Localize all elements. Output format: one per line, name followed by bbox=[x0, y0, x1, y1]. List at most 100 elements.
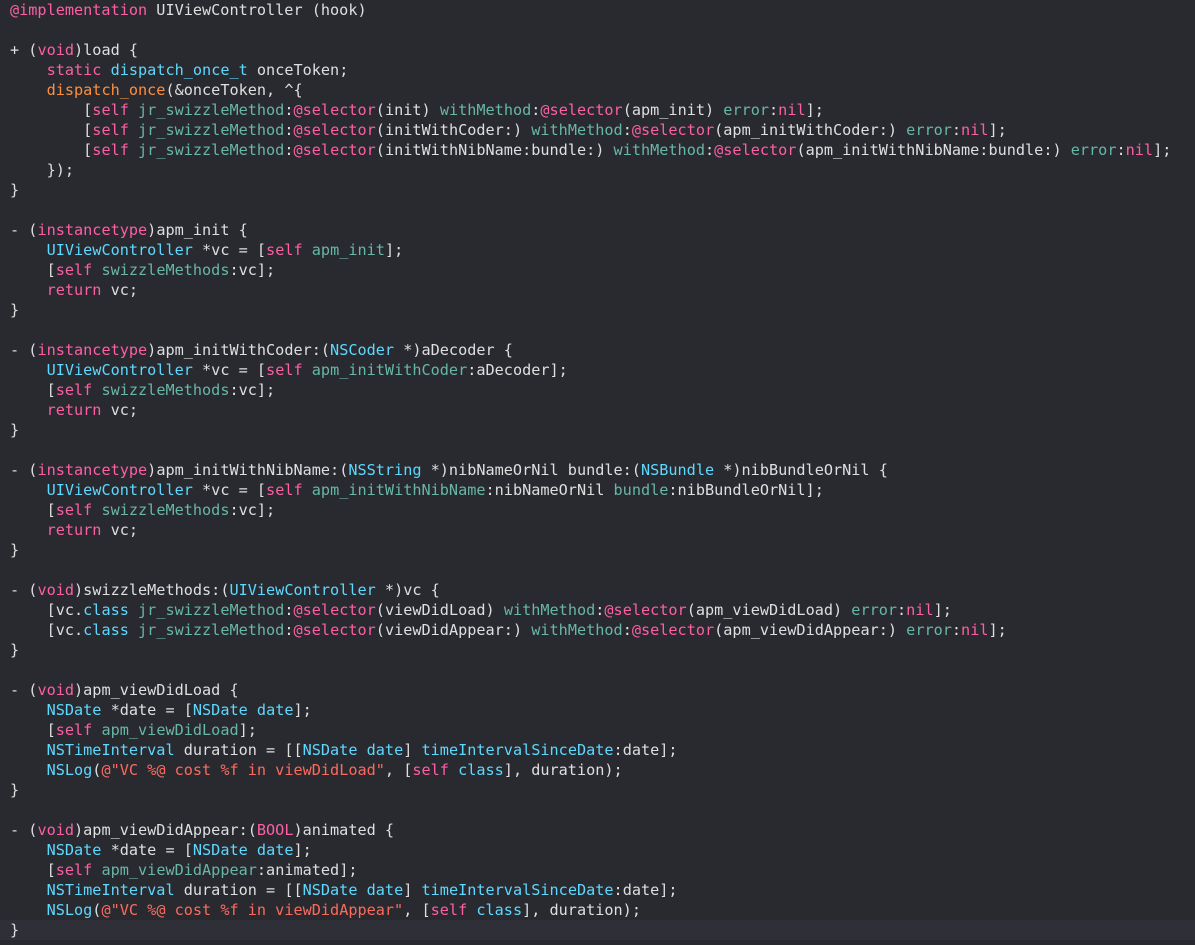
code-line[interactable]: [vc.class jr_swizzleMethod:@selector(vie… bbox=[10, 620, 1171, 640]
code-line[interactable]: [self swizzleMethods:vc]; bbox=[10, 260, 1171, 280]
code-line[interactable]: NSTimeInterval duration = [[NSDate date]… bbox=[10, 740, 1171, 760]
code-token: : bbox=[704, 141, 715, 159]
code-token: instancetype bbox=[37, 461, 148, 479]
code-token: ]; bbox=[384, 241, 404, 259]
code-line[interactable]: NSLog(@"VC %@ cost %f in viewDidAppear",… bbox=[10, 900, 1171, 920]
code-line[interactable]: } bbox=[10, 920, 1171, 940]
code-line[interactable]: [self swizzleMethods:vc]; bbox=[10, 380, 1171, 400]
code-line[interactable]: static dispatch_once_t onceToken; bbox=[10, 60, 1171, 80]
code-line[interactable] bbox=[10, 440, 1171, 460]
code-line[interactable]: [self swizzleMethods:vc]; bbox=[10, 500, 1171, 520]
source-code[interactable]: @implementation UIViewController (hook) +… bbox=[10, 0, 1171, 940]
code-token: [vc. bbox=[10, 621, 84, 639]
code-line[interactable]: + (void)load { bbox=[10, 40, 1171, 60]
code-line[interactable] bbox=[10, 800, 1171, 820]
code-line[interactable]: - (void)apm_viewDidLoad { bbox=[10, 680, 1171, 700]
code-line[interactable]: } bbox=[10, 300, 1171, 320]
code-token: nil bbox=[1125, 141, 1154, 159]
code-line[interactable]: UIViewController *vc = [self apm_initWit… bbox=[10, 480, 1171, 500]
code-token: : bbox=[951, 121, 962, 139]
code-line[interactable]: [self jr_swizzleMethod:@selector(initWit… bbox=[10, 120, 1171, 140]
code-token: @selector bbox=[631, 621, 715, 639]
code-line[interactable]: [self jr_swizzleMethod:@selector(init) w… bbox=[10, 100, 1171, 120]
code-token: :nibNameOrNil bbox=[485, 481, 614, 499]
code-line[interactable]: return vc; bbox=[10, 520, 1171, 540]
code-line[interactable]: } bbox=[10, 640, 1171, 660]
code-line[interactable]: NSTimeInterval duration = [[NSDate date]… bbox=[10, 880, 1171, 900]
code-line[interactable]: [self apm_viewDidAppear:animated]; bbox=[10, 860, 1171, 880]
code-line[interactable]: UIViewController *vc = [self apm_initWit… bbox=[10, 360, 1171, 380]
code-line[interactable]: - (void)apm_viewDidAppear:(BOOL)animated… bbox=[10, 820, 1171, 840]
code-line[interactable]: - (instancetype)apm_initWithNibName:(NSS… bbox=[10, 460, 1171, 480]
code-line[interactable] bbox=[10, 560, 1171, 580]
code-token: [vc. bbox=[10, 601, 84, 619]
code-line[interactable]: NSDate *date = [NSDate date]; bbox=[10, 700, 1171, 720]
code-line[interactable] bbox=[10, 20, 1171, 40]
code-line[interactable]: UIViewController *vc = [self apm_init]; bbox=[10, 240, 1171, 260]
code-line[interactable] bbox=[10, 320, 1171, 340]
code-line[interactable]: - (instancetype)apm_init { bbox=[10, 220, 1171, 240]
code-token: (initWithCoder:) bbox=[375, 121, 532, 139]
code-token: withMethod bbox=[613, 141, 705, 159]
code-token: - ( bbox=[10, 341, 38, 359]
code-token: withMethod bbox=[439, 101, 532, 119]
code-token: - ( bbox=[10, 581, 38, 599]
code-token: apm_viewDidLoad bbox=[101, 721, 239, 739]
code-line[interactable] bbox=[10, 200, 1171, 220]
code-line[interactable]: [self jr_swizzleMethod:@selector(initWit… bbox=[10, 140, 1171, 160]
code-token: )apm_initWithCoder:( bbox=[147, 341, 331, 359]
code-token: NSString bbox=[348, 461, 422, 479]
code-token: jr_swizzleMethod bbox=[138, 141, 285, 159]
code-token: self bbox=[412, 761, 449, 779]
code-token: jr_swizzleMethod bbox=[138, 601, 285, 619]
code-token: vc; bbox=[101, 521, 139, 539]
code-token: withMethod bbox=[531, 121, 623, 139]
code-token: duration = [[ bbox=[174, 741, 303, 759]
code-editor[interactable]: @implementation UIViewController (hook) +… bbox=[0, 0, 1195, 945]
code-token: : bbox=[951, 621, 962, 639]
code-line[interactable]: return vc; bbox=[10, 280, 1171, 300]
code-token: self bbox=[55, 721, 93, 739]
code-token: dispatch_once_t bbox=[110, 61, 248, 79]
code-line[interactable]: } bbox=[10, 180, 1171, 200]
code-line[interactable]: NSDate *date = [NSDate date]; bbox=[10, 840, 1171, 860]
code-line[interactable]: NSLog(@"VC %@ cost %f in viewDidLoad", [… bbox=[10, 760, 1171, 780]
code-token: :date]; bbox=[613, 881, 678, 899]
code-token: apm_init bbox=[311, 241, 385, 259]
code-line[interactable]: dispatch_once(&onceToken, ^{ bbox=[10, 80, 1171, 100]
code-line[interactable]: } bbox=[10, 420, 1171, 440]
code-line[interactable]: - (void)swizzleMethods:(UIViewController… bbox=[10, 580, 1171, 600]
code-line[interactable]: } bbox=[10, 540, 1171, 560]
code-line[interactable]: } bbox=[10, 780, 1171, 800]
code-token: )apm_init { bbox=[147, 221, 248, 239]
code-line[interactable]: - (instancetype)apm_initWithCoder:(NSCod… bbox=[10, 340, 1171, 360]
code-token: jr_swizzleMethod bbox=[138, 121, 285, 139]
code-token: ], duration); bbox=[522, 901, 641, 919]
code-token: *date = [ bbox=[101, 841, 193, 859]
code-token: self bbox=[92, 141, 129, 159]
code-line[interactable]: return vc; bbox=[10, 400, 1171, 420]
code-line[interactable]: [self apm_viewDidLoad]; bbox=[10, 720, 1171, 740]
code-line[interactable] bbox=[10, 660, 1171, 680]
code-token: ]; bbox=[1153, 141, 1172, 159]
code-token: : bbox=[769, 101, 779, 119]
code-token: ]; bbox=[988, 121, 1007, 139]
code-line[interactable]: }); bbox=[10, 160, 1171, 180]
code-token: [ bbox=[10, 101, 93, 119]
code-token: (viewDidLoad) bbox=[375, 601, 504, 619]
code-token: :date]; bbox=[613, 741, 678, 759]
code-token: instancetype bbox=[37, 341, 148, 359]
code-token: self bbox=[55, 381, 93, 399]
code-token: @selector bbox=[293, 141, 376, 159]
code-token: ]; bbox=[933, 601, 952, 619]
code-line[interactable]: [vc.class jr_swizzleMethod:@selector(vie… bbox=[10, 600, 1171, 620]
code-token: ] bbox=[403, 741, 422, 759]
code-line[interactable]: @implementation UIViewController (hook) bbox=[10, 0, 1171, 20]
code-token: nil bbox=[778, 101, 806, 119]
code-token: (apm_viewDidLoad) bbox=[686, 601, 852, 619]
